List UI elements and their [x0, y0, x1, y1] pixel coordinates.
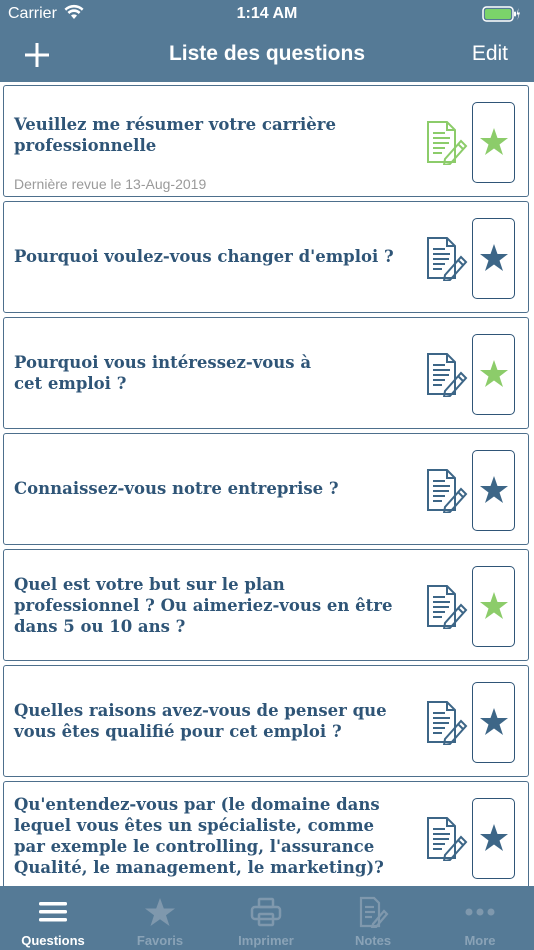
list-icon: [39, 902, 67, 922]
notes-icon[interactable]: [423, 467, 469, 513]
question-text: Quel est votre but sur le plan professio…: [14, 575, 393, 636]
notes-icon[interactable]: [423, 815, 469, 861]
more-icon: [465, 908, 495, 916]
question-card[interactable]: Pourquoi voulez-vous changer d'emploi ?: [3, 201, 529, 313]
question-text: Veuillez me résumer votre carrière profe…: [14, 115, 336, 155]
question-card[interactable]: Veuillez me résumer votre carrière profe…: [3, 85, 529, 197]
status-bar: Carrier 1:14 AM: [0, 0, 534, 28]
favorite-button[interactable]: [472, 218, 515, 299]
tab-more[interactable]: More: [427, 886, 533, 950]
battery-icon: [482, 6, 520, 22]
notes-icon[interactable]: [423, 583, 469, 629]
tab-notes[interactable]: Notes: [320, 886, 426, 950]
tab-questions[interactable]: Questions: [0, 886, 106, 950]
question-text: Pourquoi vous intéressez-vous à cet empl…: [14, 353, 312, 393]
star-icon: [480, 476, 508, 503]
question-text: Quelles raisons avez-vous de penser que …: [14, 701, 387, 741]
star-icon: [480, 592, 508, 619]
notes-icon: [359, 896, 389, 928]
tab-label: Questions: [21, 933, 85, 948]
star-icon: [480, 244, 508, 271]
question-card[interactable]: Qu'entendez-vous par (le domaine dans le…: [3, 781, 529, 886]
notes-icon[interactable]: [423, 699, 469, 745]
favorite-button[interactable]: [472, 798, 515, 879]
favorite-button[interactable]: [472, 334, 515, 415]
question-card[interactable]: Pourquoi vous intéressez-vous à cet empl…: [3, 317, 529, 429]
favorite-button[interactable]: [472, 102, 515, 183]
notes-icon[interactable]: [423, 235, 469, 281]
notes-icon[interactable]: [423, 351, 469, 397]
notes-icon[interactable]: [423, 119, 469, 165]
tab-label: Favoris: [136, 933, 184, 948]
favorite-button[interactable]: [472, 450, 515, 531]
last-review-label: Dernière revue le 13-Aug-2019: [14, 176, 207, 192]
page-title: Liste des questions: [168, 42, 366, 65]
question-list: Veuillez me résumer votre carrière profe…: [0, 82, 534, 886]
question-card[interactable]: Quel est votre but sur le plan professio…: [3, 549, 529, 661]
question-text: Pourquoi voulez-vous changer d'emploi ?: [14, 247, 394, 266]
star-icon: [480, 708, 508, 735]
question-text: Qu'entendez-vous par (le domaine dans le…: [14, 795, 384, 877]
tab-bar: Questions Favoris Imprimer Notes More: [0, 886, 534, 950]
tab-label: More: [464, 933, 496, 948]
edit-button[interactable]: Edit: [472, 42, 508, 66]
status-time: 1:14 AM: [236, 5, 298, 22]
favorite-button[interactable]: [472, 566, 515, 647]
tab-label: Imprimer: [238, 933, 294, 948]
favorite-button[interactable]: [472, 682, 515, 763]
tab-label: Notes: [354, 933, 392, 948]
tab-favoris[interactable]: Favoris: [107, 886, 213, 950]
star-icon: [480, 128, 508, 155]
star-icon: [480, 360, 508, 387]
question-card[interactable]: Connaissez-vous notre entreprise ?: [3, 433, 529, 545]
question-text: Connaissez-vous notre entreprise ?: [14, 479, 339, 498]
nav-bar: Liste des questions Edit: [0, 28, 534, 82]
printer-icon: [250, 897, 282, 927]
star-icon: [480, 824, 508, 851]
star-icon: [145, 898, 175, 926]
tab-imprimer[interactable]: Imprimer: [213, 886, 319, 950]
question-card[interactable]: Quelles raisons avez-vous de penser que …: [3, 665, 529, 777]
